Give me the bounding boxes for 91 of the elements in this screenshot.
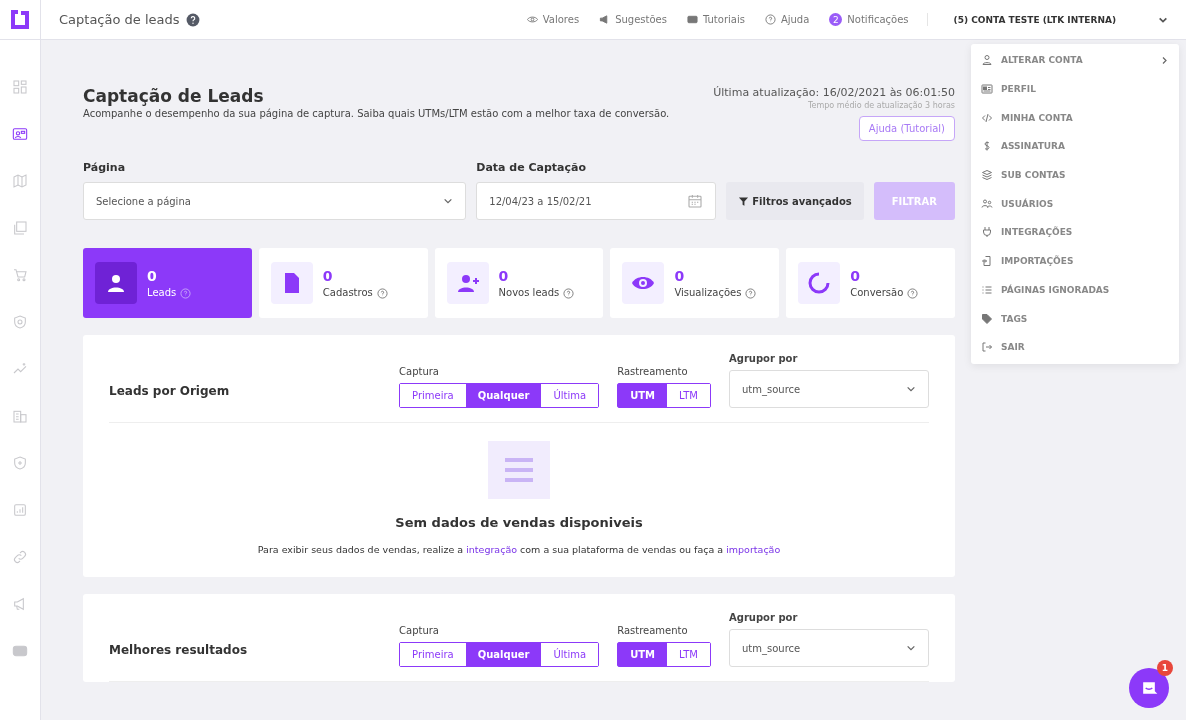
import-link[interactable]: importação — [726, 544, 781, 555]
tag-icon — [981, 312, 993, 325]
logout-icon — [981, 341, 993, 354]
page-select[interactable]: Selecione a página — [83, 182, 467, 220]
account-name[interactable]: (5) CONTA TESTE (LTK INTERNA) — [953, 14, 1116, 25]
stat-label: Novos leads — [498, 287, 560, 298]
group-by-select[interactable]: utm_source — [729, 370, 929, 408]
segment-option[interactable]: Qualquer — [465, 384, 542, 407]
topbar-link[interactable]: Ajuda — [764, 14, 810, 25]
user-icon — [981, 54, 993, 67]
control-label: Captura — [399, 625, 440, 636]
chevron-down-icon — [906, 384, 916, 394]
stat-label: Conversão — [850, 287, 904, 298]
stat-label: Leads — [147, 287, 177, 298]
menu-item[interactable]: USUÁRIOS — [971, 189, 1179, 219]
group-by-select[interactable]: utm_source — [729, 629, 929, 667]
topbar-link[interactable]: Tutoriais — [686, 14, 745, 25]
stat-card[interactable]: 0 Novos leads — [434, 248, 604, 318]
eye-icon — [526, 14, 538, 25]
stat-card[interactable]: 0 Visualizações — [610, 248, 780, 318]
list-icon — [488, 441, 550, 499]
stat-icon — [446, 262, 489, 304]
menu-item[interactable]: ALTERAR CONTA — [971, 46, 1179, 75]
users-icon — [981, 197, 993, 210]
integration-link[interactable]: integração — [466, 544, 518, 555]
notification-count: 1 — [1157, 660, 1173, 676]
topbar-link[interactable]: Sugestões — [599, 14, 667, 25]
plug-icon — [981, 226, 993, 239]
menu-item[interactable]: ASSINATURA — [971, 132, 1179, 161]
stat-value: 0 — [674, 268, 686, 284]
id-card-icon — [981, 83, 993, 96]
import-icon — [981, 255, 993, 268]
menu-item[interactable]: TAGS — [971, 304, 1179, 333]
segment-option[interactable]: UTM — [618, 643, 668, 666]
calendar-icon — [687, 193, 704, 209]
stat-icon — [95, 262, 137, 304]
stat-value: 0 — [322, 268, 334, 284]
sidebar-nav-icon[interactable] — [12, 126, 28, 142]
panel-title: Leads por Origem — [109, 384, 230, 398]
video-icon — [686, 14, 698, 25]
control-label: Captura — [399, 366, 440, 377]
stat-card[interactable]: 0 Cadastros — [258, 248, 428, 318]
stat-card[interactable]: 0 Leads — [83, 248, 252, 318]
control-label: Rastreamento — [617, 366, 689, 377]
control-label: Agrupor por — [729, 353, 799, 364]
menu-item[interactable]: IMPORTAÇÕES — [971, 246, 1179, 276]
menu-item[interactable]: SUB CONTAS — [971, 160, 1179, 190]
stat-value: 0 — [498, 268, 510, 284]
stat-label: Visualizações — [674, 287, 742, 298]
stat-card[interactable]: 0 Conversão — [786, 248, 955, 318]
field-label: Data de Captação — [476, 161, 588, 174]
empty-state-title: Sem dados de vendas disponiveis — [395, 515, 643, 530]
list-icon — [981, 283, 993, 296]
notification-count: 2 — [829, 13, 843, 26]
stat-icon — [622, 262, 665, 304]
control-label: Rastreamento — [617, 625, 689, 636]
update-frequency-text: Tempo médio de atualização 3 horas — [808, 101, 955, 110]
date-range-field[interactable]: 12/04/23 a 15/02/21 — [476, 182, 717, 220]
page-heading: Captação de Leads — [83, 86, 265, 106]
chevron-down-icon — [443, 196, 454, 206]
menu-item[interactable]: PERFIL — [971, 74, 1179, 104]
topbar-link[interactable]: 2 Notificações — [829, 13, 909, 26]
stat-label: Cadastros — [322, 287, 373, 298]
stat-value: 0 — [147, 268, 158, 284]
page-title: Captação de leads — [59, 12, 180, 27]
page-description: Acompanhe o desempenho da sua página de captura. Saiba quais UTMs/LTM estão com a melhor taxa de conversão. — [83, 108, 670, 119]
empty-state-text: Para exibir seus dados de vendas, realize a integração com a sua plataforma de vendas ou faça a importação — [257, 544, 781, 555]
control-label: Agrupor por — [729, 612, 799, 623]
logo-icon[interactable] — [8, 7, 32, 32]
advanced-filters-button[interactable]: Filtros avançados — [726, 182, 864, 220]
stat-value: 0 — [850, 268, 861, 284]
help-icon — [764, 14, 776, 25]
chevron-down-icon — [906, 643, 916, 653]
tutorial-button[interactable]: Ajuda (Tutorial) — [858, 116, 955, 141]
segment-option[interactable]: Qualquer — [465, 643, 542, 666]
panel-title: Melhores resultados — [109, 643, 248, 657]
help-icon[interactable] — [185, 12, 200, 27]
menu-item[interactable]: MINHA CONTA — [971, 103, 1179, 133]
last-update-text: Última atualização: 16/02/2021 às 06:01:50 — [713, 86, 955, 99]
topbar-link[interactable]: Valores — [526, 14, 580, 25]
chevron-right-icon — [1160, 55, 1169, 65]
menu-item[interactable]: INTEGRAÇÕES — [971, 218, 1179, 247]
stat-icon — [798, 262, 841, 304]
filter-icon — [738, 195, 750, 207]
stat-icon — [270, 262, 313, 304]
menu-item[interactable]: PÁGINAS IGNORADAS — [971, 275, 1179, 305]
layers-icon — [981, 169, 993, 182]
field-label: Página — [83, 161, 127, 174]
menu-item[interactable]: SAIR — [971, 332, 1179, 362]
segment-option[interactable]: UTM — [618, 384, 668, 407]
code-icon — [981, 111, 993, 124]
